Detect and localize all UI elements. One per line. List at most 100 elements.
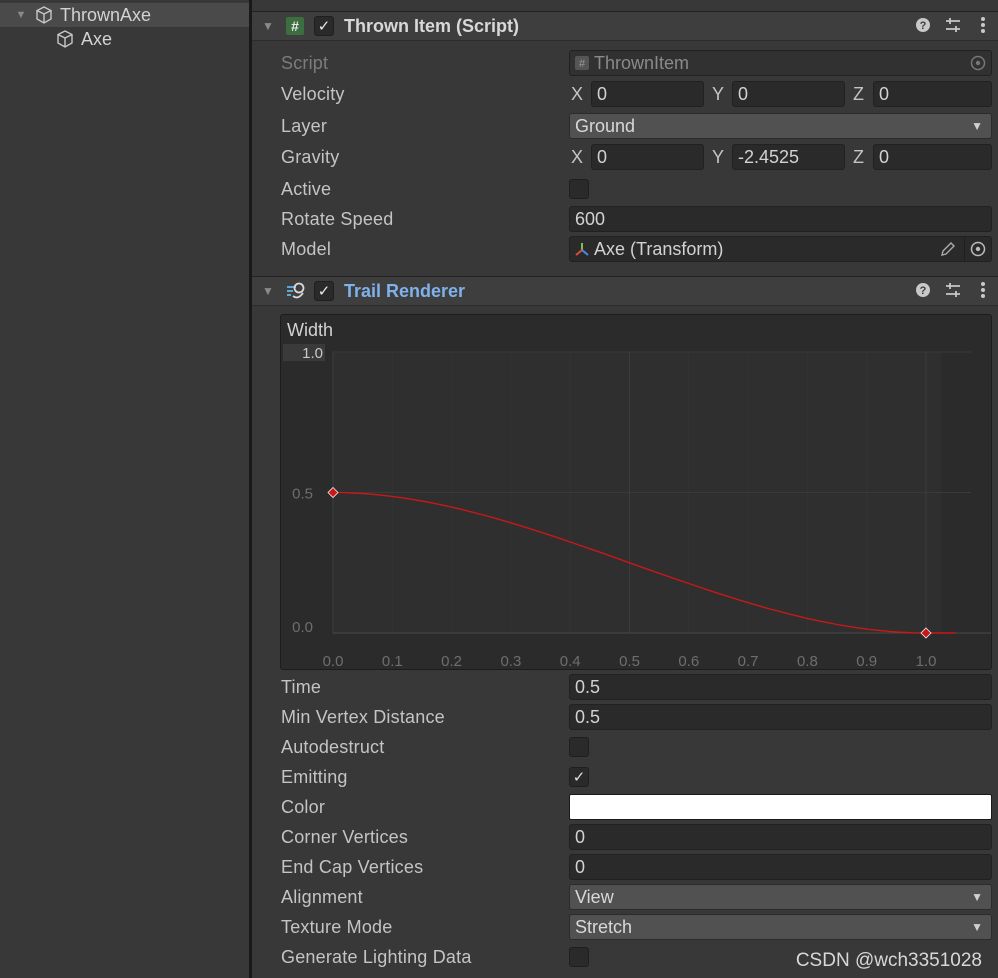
- texture-mode-label: Texture Mode: [281, 916, 393, 937]
- svg-text:?: ?: [920, 20, 927, 32]
- help-icon[interactable]: ?: [908, 17, 938, 37]
- velocity-vector: X0 Y0 Z0: [569, 81, 992, 107]
- dropdown-caret-icon: ▼: [971, 890, 983, 904]
- time-row: Time 0.5: [252, 673, 998, 701]
- width-curve-graph[interactable]: 0.0 0.1 0.2 0.3 0.4 0.5 0.6 0.7 0.8 0.9 1.0 1.0 0.5 0…: [281, 315, 993, 671]
- fold-arrow-icon[interactable]: ▼: [262, 284, 276, 298]
- trail-renderer-header[interactable]: ▼ ✓ Trail Renderer ?: [252, 276, 998, 306]
- width-curve-editor[interactable]: 0.0 0.1 0.2 0.3 0.4 0.5 0.6 0.7 0.8 0.9 1.0 1.0 0.5 0…: [280, 314, 992, 670]
- end-cap-vertices-field[interactable]: 0: [569, 854, 992, 880]
- svg-text:#: #: [291, 18, 299, 34]
- autodestruct-label: Autodestruct: [281, 736, 385, 757]
- object-picker-icon[interactable]: [969, 54, 987, 72]
- min-vertex-distance-label: Min Vertex Distance: [281, 706, 445, 727]
- cube-icon: [57, 30, 73, 48]
- width-curve-label: Width: [287, 320, 334, 340]
- object-picker-icon[interactable]: [969, 240, 987, 258]
- emitting-checkbox[interactable]: ✓: [569, 767, 589, 787]
- alignment-row: Alignment View ▼: [252, 883, 998, 911]
- dropdown-caret-icon: ▼: [971, 920, 983, 934]
- more-options-icon[interactable]: [968, 16, 998, 38]
- hierarchy-item-thrownaxe[interactable]: ▼ ThrownAxe: [0, 3, 249, 27]
- end-cap-vertices-label: End Cap Vertices: [281, 856, 424, 877]
- z-axis-label[interactable]: Z: [851, 84, 873, 105]
- inspector-panel: ▼ # ✓ Thrown Item (Script) ? Script # Th…: [252, 0, 998, 978]
- hierarchy-item-label: Axe: [81, 28, 113, 49]
- active-label: Active: [281, 178, 332, 199]
- component-title: Thrown Item (Script): [344, 15, 519, 36]
- rotate-speed-field[interactable]: 600: [569, 206, 992, 232]
- velocity-row: Velocity X0 Y0 Z0: [252, 80, 998, 108]
- generate-lighting-data-checkbox[interactable]: [569, 947, 589, 967]
- emitting-row: Emitting ✓: [252, 763, 998, 791]
- model-row: Model Axe (Transform): [252, 235, 998, 263]
- z-axis-label[interactable]: Z: [851, 147, 873, 168]
- min-vertex-distance-row: Min Vertex Distance 0.5: [252, 703, 998, 731]
- svg-text:?: ?: [920, 285, 927, 297]
- gravity-z-field[interactable]: 0: [873, 144, 992, 170]
- component-enabled-checkbox[interactable]: ✓: [314, 16, 334, 36]
- component-title[interactable]: Trail Renderer: [344, 281, 465, 302]
- x-tick-label: 0.1: [382, 653, 403, 670]
- y-tick-label: 0.5: [292, 486, 313, 503]
- y-axis-label[interactable]: Y: [710, 84, 732, 105]
- script-hash-icon: #: [284, 15, 306, 37]
- transform-icon: [575, 243, 589, 256]
- more-options-icon[interactable]: [968, 281, 998, 303]
- texture-mode-dropdown[interactable]: Stretch ▼: [569, 914, 992, 940]
- texture-mode-row: Texture Mode Stretch ▼: [252, 913, 998, 941]
- script-field[interactable]: # ThrownItem: [569, 50, 992, 76]
- velocity-x-field[interactable]: 0: [591, 81, 704, 107]
- gravity-x-field[interactable]: 0: [591, 144, 704, 170]
- corner-vertices-row: Corner Vertices 0: [252, 823, 998, 851]
- alignment-label: Alignment: [281, 886, 363, 907]
- model-field[interactable]: Axe (Transform): [569, 236, 992, 262]
- autodestruct-checkbox[interactable]: [569, 737, 589, 757]
- hierarchy-item-axe[interactable]: Axe: [0, 27, 249, 51]
- gravity-label: Gravity: [281, 146, 340, 167]
- y-tick-label: 0.0: [292, 619, 313, 636]
- x-tick-label: 1.0: [916, 653, 937, 670]
- x-tick-label: 0.2: [441, 653, 462, 670]
- fold-arrow-icon[interactable]: ▼: [262, 19, 276, 33]
- x-tick-label: 0.7: [738, 653, 759, 670]
- hierarchy-panel: ▼ ThrownAxe Axe: [0, 0, 249, 978]
- script-label: Script: [281, 52, 329, 73]
- rotate-speed-label: Rotate Speed: [281, 208, 394, 229]
- alignment-dropdown[interactable]: View ▼: [569, 884, 992, 910]
- svg-text:#: #: [579, 58, 586, 70]
- presets-icon[interactable]: [938, 281, 968, 303]
- component-enabled-checkbox[interactable]: ✓: [314, 281, 334, 301]
- help-icon[interactable]: ?: [908, 282, 938, 302]
- layer-value: Ground: [575, 115, 636, 136]
- pencil-icon[interactable]: [939, 240, 957, 258]
- x-axis-label[interactable]: X: [569, 84, 591, 105]
- velocity-z-field[interactable]: 0: [873, 81, 992, 107]
- x-tick-label: 0.0: [323, 653, 344, 670]
- x-axis-label[interactable]: X: [569, 147, 591, 168]
- thrown-item-header[interactable]: ▼ # ✓ Thrown Item (Script) ?: [252, 11, 998, 41]
- model-label: Model: [281, 238, 332, 259]
- gravity-vector: X0 Y -2.4525 Z0: [569, 144, 992, 170]
- color-swatch[interactable]: [569, 794, 992, 820]
- dropdown-caret-icon: ▼: [971, 119, 983, 133]
- active-row: Active: [252, 175, 998, 203]
- y-axis-label[interactable]: Y: [710, 147, 732, 168]
- time-field[interactable]: 0.5: [569, 674, 992, 700]
- trail-renderer-icon: [284, 280, 306, 302]
- layer-label: Layer: [281, 115, 328, 136]
- script-hash-icon: #: [575, 56, 589, 70]
- fold-arrow-icon[interactable]: ▼: [14, 9, 28, 21]
- rotate-speed-row: Rotate Speed 600: [252, 205, 998, 233]
- active-checkbox[interactable]: [569, 179, 589, 199]
- model-value: Axe (Transform): [594, 238, 724, 259]
- color-label: Color: [281, 796, 326, 817]
- presets-icon[interactable]: [938, 16, 968, 38]
- velocity-y-field[interactable]: 0: [732, 81, 845, 107]
- y-tick-label: 1.0: [302, 345, 323, 362]
- layer-dropdown[interactable]: Ground ▼: [569, 113, 992, 139]
- gravity-y-field[interactable]: -2.4525: [732, 144, 845, 170]
- x-tick-label: 0.5: [619, 653, 640, 670]
- min-vertex-distance-field[interactable]: 0.5: [569, 704, 992, 730]
- corner-vertices-field[interactable]: 0: [569, 824, 992, 850]
